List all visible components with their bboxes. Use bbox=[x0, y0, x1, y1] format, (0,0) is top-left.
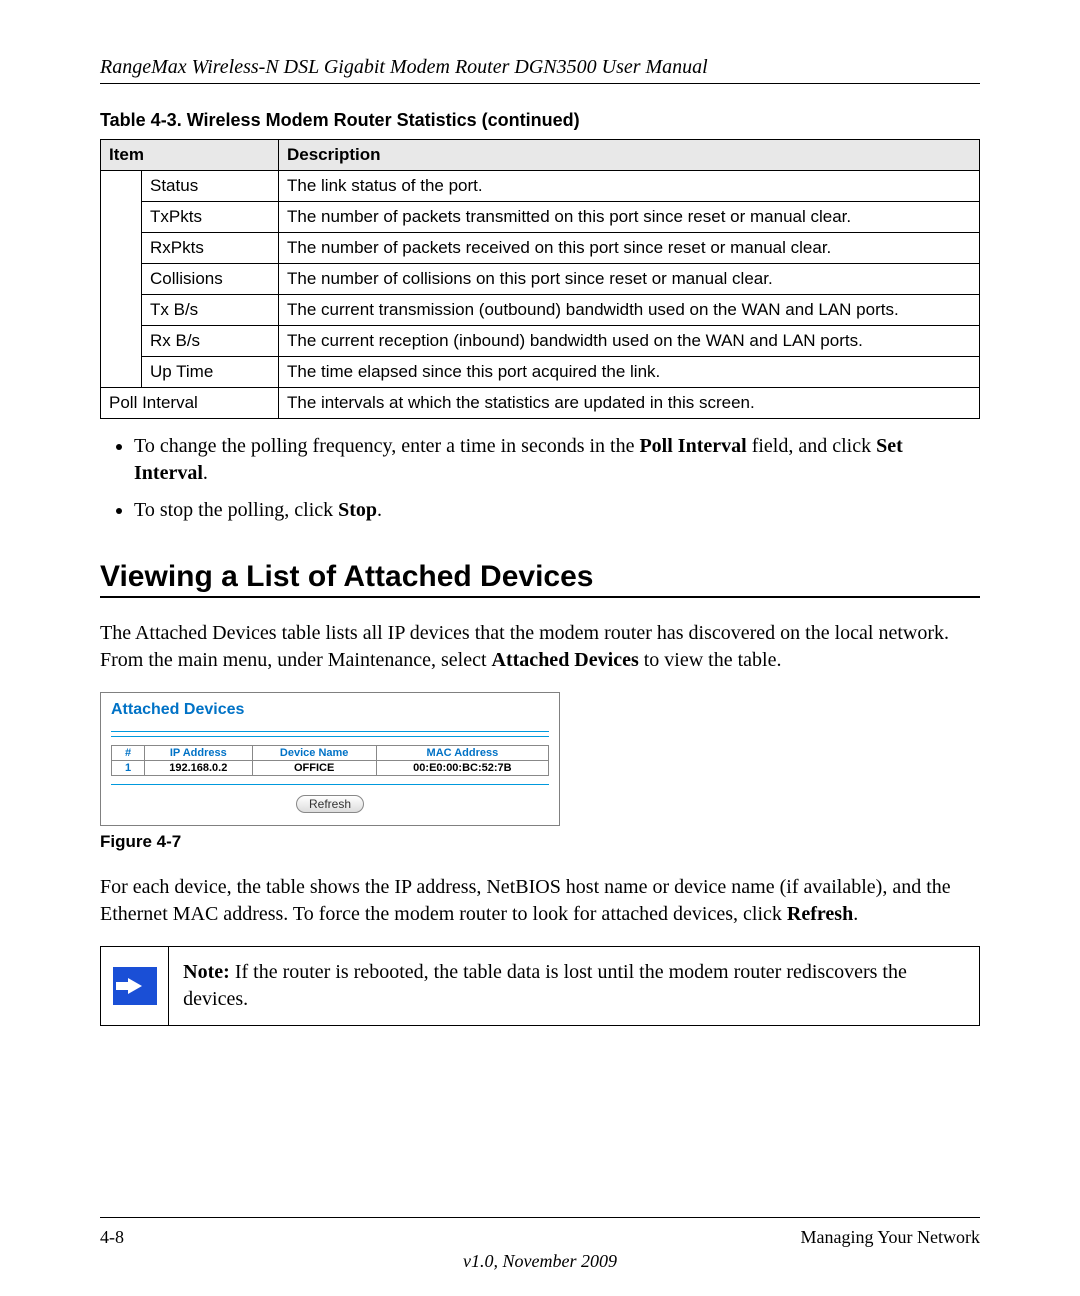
stat-description: The number of collisions on this port si… bbox=[279, 264, 980, 295]
table-row: RxPkts The number of packets received on… bbox=[101, 233, 980, 264]
col-header-ip: IP Address bbox=[145, 746, 253, 761]
screenshot-rule bbox=[111, 731, 549, 732]
note-label: Note: bbox=[183, 961, 230, 983]
bold-text: Poll Interval bbox=[639, 435, 746, 457]
refresh-button[interactable]: Refresh bbox=[296, 795, 364, 813]
footer-version: v1.0, November 2009 bbox=[0, 1251, 1080, 1272]
note-icon-cell bbox=[101, 947, 169, 1025]
footer-rule bbox=[100, 1217, 980, 1218]
after-figure-paragraph: For each device, the table shows the IP … bbox=[100, 874, 980, 928]
table-header-item: Item bbox=[101, 140, 279, 171]
footer-section: Managing Your Network bbox=[801, 1227, 981, 1248]
table-row: TxPkts The number of packets transmitted… bbox=[101, 202, 980, 233]
stat-description: The link status of the port. bbox=[279, 171, 980, 202]
stat-description: The intervals at which the statistics ar… bbox=[279, 388, 980, 419]
text: . bbox=[853, 903, 858, 925]
stat-description: The number of packets received on this p… bbox=[279, 233, 980, 264]
text: . bbox=[203, 462, 208, 484]
stat-description: The current reception (inbound) bandwidt… bbox=[279, 326, 980, 357]
table-caption: Table 4-3. Wireless Modem Router Statist… bbox=[100, 110, 980, 131]
text: to view the table. bbox=[639, 649, 782, 671]
device-ip: 192.168.0.2 bbox=[145, 761, 253, 776]
bold-text: Refresh bbox=[787, 903, 853, 925]
bold-text: Stop bbox=[338, 499, 377, 521]
manual-page: RangeMax Wireless-N DSL Gigabit Modem Ro… bbox=[0, 0, 1080, 1296]
section-rule bbox=[100, 596, 980, 598]
screenshot-title: Attached Devices bbox=[111, 701, 549, 719]
stat-item: Poll Interval bbox=[101, 388, 279, 419]
stat-item: Tx B/s bbox=[142, 295, 279, 326]
table-row: Status The link status of the port. bbox=[101, 171, 980, 202]
stat-description: The time elapsed since this port acquire… bbox=[279, 357, 980, 388]
text: field, and click bbox=[747, 435, 876, 457]
text: To stop the polling, click bbox=[134, 499, 338, 521]
list-item: To change the polling frequency, enter a… bbox=[134, 433, 980, 487]
col-header-mac: MAC Address bbox=[376, 746, 548, 761]
stat-item: RxPkts bbox=[142, 233, 279, 264]
page-footer: 4-8 Managing Your Network bbox=[100, 1227, 980, 1248]
table-row: Collisions The number of collisions on t… bbox=[101, 264, 980, 295]
section-heading: Viewing a List of Attached Devices bbox=[100, 560, 980, 594]
table-row: Poll Interval The intervals at which the… bbox=[101, 388, 980, 419]
figure-caption: Figure 4-7 bbox=[100, 832, 980, 852]
statistics-table: Item Description Status The link status … bbox=[100, 139, 980, 419]
stat-item: Up Time bbox=[142, 357, 279, 388]
screenshot-rule bbox=[111, 784, 549, 785]
stat-description: The current transmission (outbound) band… bbox=[279, 295, 980, 326]
table-header-description: Description bbox=[279, 140, 980, 171]
note-box: Note: If the router is rebooted, the tab… bbox=[100, 946, 980, 1026]
indent-spacer bbox=[101, 171, 142, 388]
bullet-list: To change the polling frequency, enter a… bbox=[100, 433, 980, 524]
attached-devices-table: # IP Address Device Name MAC Address 1 1… bbox=[111, 745, 549, 776]
col-header-num: # bbox=[112, 746, 145, 761]
stat-description: The number of packets transmitted on thi… bbox=[279, 202, 980, 233]
stat-item: Collisions bbox=[142, 264, 279, 295]
intro-paragraph: The Attached Devices table lists all IP … bbox=[100, 620, 980, 674]
table-row: Tx B/s The current transmission (outboun… bbox=[101, 295, 980, 326]
stat-item: Rx B/s bbox=[142, 326, 279, 357]
col-header-name: Device Name bbox=[252, 746, 376, 761]
table-row: Up Time The time elapsed since this port… bbox=[101, 357, 980, 388]
device-mac: 00:E0:00:BC:52:7B bbox=[376, 761, 548, 776]
page-number: 4-8 bbox=[100, 1227, 124, 1248]
stat-item: TxPkts bbox=[142, 202, 279, 233]
arrow-right-icon bbox=[113, 967, 157, 1005]
screenshot-rule bbox=[111, 736, 549, 737]
text: To change the polling frequency, enter a… bbox=[134, 435, 639, 457]
device-row: 1 192.168.0.2 OFFICE 00:E0:00:BC:52:7B bbox=[112, 761, 549, 776]
header-rule bbox=[100, 83, 980, 84]
device-name-cell: OFFICE bbox=[252, 761, 376, 776]
text: If the router is rebooted, the table dat… bbox=[183, 961, 907, 1010]
text: . bbox=[377, 499, 382, 521]
device-num: 1 bbox=[112, 761, 145, 776]
note-text: Note: If the router is rebooted, the tab… bbox=[169, 947, 979, 1025]
stat-item: Status bbox=[142, 171, 279, 202]
list-item: To stop the polling, click Stop. bbox=[134, 497, 980, 524]
running-header: RangeMax Wireless-N DSL Gigabit Modem Ro… bbox=[100, 56, 980, 79]
bold-text: Attached Devices bbox=[492, 649, 639, 671]
table-row: Rx B/s The current reception (inbound) b… bbox=[101, 326, 980, 357]
attached-devices-screenshot: Attached Devices # IP Address Device Nam… bbox=[100, 692, 560, 826]
